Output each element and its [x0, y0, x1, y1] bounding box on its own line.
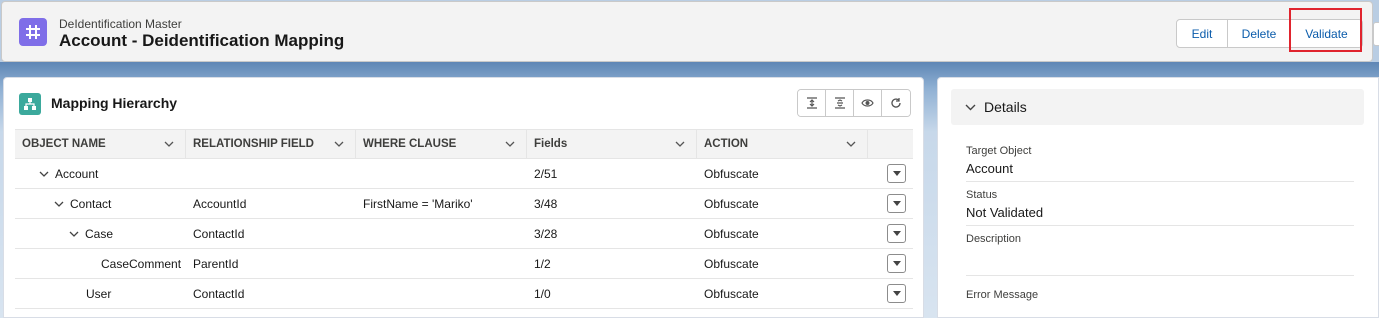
column-header-relationship-field[interactable]: RELATIONSHIP FIELD [186, 130, 356, 158]
mapping-grid: OBJECT NAME RELATIONSHIP FIELD WHERE CLA… [15, 129, 913, 309]
relationship-field [186, 159, 356, 188]
where-clause: FirstName = 'Mariko' [363, 196, 473, 211]
chevron-down-icon[interactable] [504, 138, 516, 150]
relationship-field: ParentId [193, 256, 239, 271]
object-name: Contact [70, 196, 112, 211]
column-header-fields[interactable]: Fields [527, 130, 697, 158]
relationship-field: ContactId [193, 226, 245, 241]
action-value: Obfuscate [704, 286, 759, 301]
delete-button[interactable]: Delete [1228, 20, 1291, 47]
object-name: Case [85, 226, 114, 241]
row-actions-dropdown[interactable] [887, 224, 906, 243]
action-value: Obfuscate [704, 256, 759, 271]
page-title: Account - Deidentification Mapping [59, 31, 345, 50]
edit-button[interactable]: Edit [1177, 20, 1228, 47]
relationship-field: ContactId [193, 286, 245, 301]
action-value: Obfuscate [704, 196, 759, 211]
row-actions-dropdown[interactable] [887, 284, 906, 303]
chevron-down-icon[interactable] [333, 138, 345, 150]
record-actions: Edit Delete Validate [1176, 19, 1363, 48]
where-clause [356, 219, 527, 248]
hierarchy-icon [19, 93, 41, 115]
field-label: Description [966, 233, 1022, 245]
chevron-down-icon[interactable] [52, 201, 66, 207]
action-value: Obfuscate [704, 166, 759, 181]
column-header-action[interactable]: ACTION [697, 130, 868, 158]
chevron-down-icon[interactable] [674, 138, 686, 150]
record-type-label: DeIdentification Master [59, 17, 182, 31]
refresh-icon[interactable] [882, 90, 910, 116]
row-actions-dropdown[interactable] [887, 164, 906, 183]
where-clause [356, 279, 527, 308]
object-name: CaseComment [101, 256, 182, 271]
chevron-down-icon[interactable] [845, 138, 857, 150]
chevron-down-icon[interactable] [163, 138, 175, 150]
chevron-down-icon[interactable] [37, 171, 51, 177]
column-header-row-actions [868, 130, 913, 158]
field-label: Error Message [966, 289, 1039, 301]
field-label: Target Object [966, 145, 1032, 157]
preview-eye-icon[interactable] [854, 90, 882, 116]
grid-header: OBJECT NAME RELATIONSHIP FIELD WHERE CLA… [15, 129, 913, 159]
collapse-all-icon[interactable] [826, 90, 854, 116]
expand-all-icon[interactable] [798, 90, 826, 116]
table-row[interactable]: Contact AccountId FirstName = 'Mariko' 3… [15, 189, 913, 219]
table-row[interactable]: Case ContactId 3/28 Obfuscate [15, 219, 913, 249]
table-row[interactable]: Account 2/51 Obfuscate [15, 159, 913, 189]
chevron-down-icon[interactable] [67, 231, 81, 237]
where-clause [356, 249, 527, 278]
field-value: Account [966, 161, 1354, 182]
fields-count: 1/0 [534, 286, 551, 301]
fields-count: 2/51 [534, 166, 558, 181]
fields-count: 3/28 [534, 226, 558, 241]
object-name: Account [55, 166, 99, 181]
relationship-field: AccountId [193, 196, 247, 211]
mapping-hierarchy-card: Mapping Hierarchy OBJECT NAME RELATIONSH… [3, 77, 924, 318]
description-field: Description [966, 233, 1354, 276]
hash-grid-icon [19, 18, 47, 46]
chevron-down-icon [965, 98, 976, 116]
table-row[interactable]: User ContactId 1/0 Obfuscate [15, 279, 913, 309]
where-clause [356, 159, 527, 188]
validate-button[interactable]: Validate [1291, 20, 1362, 47]
record-header: DeIdentification Master Account - Deiden… [1, 1, 1373, 62]
row-actions-dropdown[interactable] [887, 254, 906, 273]
column-header-where-clause[interactable]: WHERE CLAUSE [356, 130, 527, 158]
field-label: Status [966, 189, 998, 201]
fields-count: 1/2 [534, 256, 551, 271]
row-actions-dropdown[interactable] [887, 194, 906, 213]
field-value [966, 249, 1354, 276]
details-title: Details [984, 99, 1027, 115]
details-card: Details Target Object Account Status Not… [937, 77, 1379, 318]
hierarchy-toolbar [797, 89, 911, 117]
overflow-actions-button[interactable] [1373, 22, 1379, 46]
action-value: Obfuscate [704, 226, 759, 241]
object-name: User [86, 286, 112, 301]
field-value: Not Validated [966, 205, 1354, 226]
error-message-field: Error Message [966, 289, 1354, 301]
column-header-object-name[interactable]: OBJECT NAME [15, 130, 186, 158]
status-field: Status Not Validated [966, 189, 1354, 226]
target-object-field: Target Object Account [966, 145, 1354, 182]
fields-count: 3/48 [534, 196, 558, 211]
details-section-header[interactable]: Details [951, 89, 1364, 125]
table-row[interactable]: CaseComment ParentId 1/2 Obfuscate [15, 249, 913, 279]
card-title: Mapping Hierarchy [51, 95, 178, 111]
